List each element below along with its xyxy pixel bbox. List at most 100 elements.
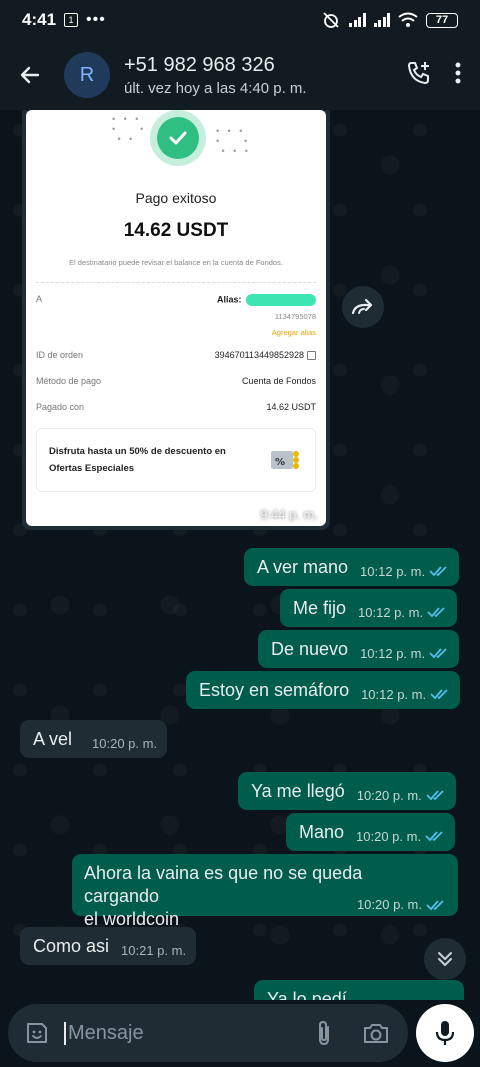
receipt-amount: 14.62 USDT xyxy=(123,220,229,241)
contact-name: +51 982 968 326 xyxy=(124,53,275,76)
message-time: 10:20 p. m. xyxy=(356,897,422,912)
svg-text:%: % xyxy=(275,457,285,468)
read-ticks-icon xyxy=(426,899,444,910)
signal-icon xyxy=(349,13,366,27)
confetti-decoration: • • • • • • • xyxy=(112,114,147,144)
forward-button[interactable] xyxy=(342,286,384,328)
phone-plus-icon xyxy=(407,61,429,84)
paid-label: Pagado con xyxy=(36,402,85,412)
message-bubble-outgoing[interactable]: Mano 10:20 p. m. xyxy=(286,813,456,851)
to-label: A xyxy=(36,294,43,304)
last-seen: últ. vez hoy a las 4:40 p. m. xyxy=(124,79,307,97)
receipt-row-to: A Alias: xyxy=(36,294,316,306)
compose-bar xyxy=(0,1000,480,1067)
status-bar: 4:41 1 ••• 77 xyxy=(0,0,480,40)
message-meta: 10:21 p. m. xyxy=(121,943,186,958)
message-time: 10:20 p. m. xyxy=(356,787,422,803)
message-line-1: Ahora la vaina es que no se queda cargan… xyxy=(84,863,363,906)
message-bubble-outgoing[interactable]: A ver mano 10:12 p. m. xyxy=(244,548,460,586)
more-vert-icon xyxy=(455,62,461,83)
message-time: 10:20 p. m. xyxy=(356,828,422,844)
paperclip-icon xyxy=(319,1020,329,1046)
read-ticks-icon xyxy=(425,831,443,842)
attach-button[interactable] xyxy=(306,1015,342,1051)
receipt-title: Pago exitoso xyxy=(135,190,217,206)
notification-count-icon: 1 xyxy=(64,13,79,27)
receipt-row-paid: Pagado con 14.62 USDT xyxy=(36,402,316,412)
order-label: ID de orden xyxy=(36,350,84,360)
message-meta: 10:20 p. m. xyxy=(357,788,446,803)
message-line-2: el worldcoin xyxy=(84,909,180,929)
mute-alarm-icon xyxy=(323,12,339,28)
alias-value: Alias: xyxy=(217,294,316,306)
signal-2-icon xyxy=(373,13,390,27)
avatar[interactable]: R xyxy=(64,52,110,98)
promo-line-2: Ofertas Especiales xyxy=(49,463,135,474)
message-bubble-outgoing[interactable]: Ya me llegó 10:20 p. m. xyxy=(238,772,456,810)
message-text: De nuevo xyxy=(271,638,349,659)
message-bubble-outgoing[interactable]: Me fijo 10:12 p. m. xyxy=(280,589,458,627)
add-call-button[interactable] xyxy=(406,60,432,91)
message-bubble-outgoing[interactable]: Ya lo pedí xyxy=(254,980,464,1000)
alias-id: 1134795078 xyxy=(274,312,316,321)
paid-value: 14.62 USDT xyxy=(266,402,316,412)
message-text: A vel xyxy=(33,728,73,749)
message-meta: 10:12 p. m. xyxy=(358,605,447,620)
double-chevron-down-icon xyxy=(438,952,452,966)
microphone-icon xyxy=(435,1021,455,1045)
message-bubble-incoming[interactable]: A vel 10:20 p. m. xyxy=(20,720,168,758)
message-bubble-outgoing[interactable]: De nuevo 10:12 p. m. xyxy=(258,630,460,668)
wifi-icon xyxy=(398,12,418,27)
read-ticks-icon xyxy=(426,790,444,801)
camera-button[interactable] xyxy=(358,1015,394,1051)
method-value: Cuenta de Fondos xyxy=(241,376,316,386)
message-text: Ya lo pedí xyxy=(267,988,347,1001)
read-ticks-icon xyxy=(429,648,447,659)
message-input[interactable] xyxy=(64,1021,284,1045)
order-id: 394670113449852928 xyxy=(214,350,304,360)
message-time: 10:21 p. m. xyxy=(121,942,187,958)
divider xyxy=(36,282,316,283)
image-message[interactable]: • • • • • • • • • • • • • • • Pago exitoso… xyxy=(22,110,330,530)
contact-info[interactable]: +51 982 968 326 últ. vez hoy a las 4:40 … xyxy=(124,54,307,97)
message-meta: 10:12 p. m. xyxy=(360,564,449,579)
message-bubble-outgoing[interactable]: Estoy en semáforo 10:12 p. m. xyxy=(186,671,461,709)
menu-button[interactable] xyxy=(454,61,462,90)
receipt-note: El destinatario puede revisar el balance… xyxy=(69,258,283,267)
promo-banner: Disfruta hasta un 50% de descuento en Of… xyxy=(36,428,316,492)
chat-area[interactable]: • • • • • • • • • • • • • • • Pago exitoso… xyxy=(0,110,480,1000)
confetti-decoration: • • • • • • • • xyxy=(216,126,251,156)
promo-line-1: Disfruta hasta un 50% de descuento en xyxy=(49,446,226,457)
alias-redaction xyxy=(246,294,316,306)
message-text: Mano xyxy=(299,821,345,842)
message-text: Como asi xyxy=(33,935,110,956)
sticker-button[interactable] xyxy=(22,1018,52,1048)
check-icon xyxy=(169,131,187,145)
read-ticks-icon xyxy=(430,689,448,700)
message-time: 10:12 p. m. xyxy=(361,686,427,702)
alias-label: Alias: xyxy=(216,294,244,305)
message-text: Estoy en semáforo xyxy=(199,679,350,700)
receipt-row-method: Método de pago Cuenta de Fondos xyxy=(36,376,316,386)
message-bubble-incoming[interactable]: Como asi 10:21 p. m. xyxy=(20,927,197,965)
message-time: 10:12 p. m. xyxy=(358,604,424,620)
message-meta: 10:20 p. m. xyxy=(356,829,445,844)
order-value: 394670113449852928 xyxy=(214,350,316,361)
more-notifications-icon: ••• xyxy=(86,11,106,28)
message-meta: 10:20 p. m. xyxy=(92,736,157,751)
chat-header: R +51 982 968 326 últ. vez hoy a las 4:4… xyxy=(0,40,480,110)
voice-message-button[interactable] xyxy=(416,1004,474,1062)
message-text: A ver mano xyxy=(257,556,349,577)
message-text: Ya me llegó xyxy=(251,780,345,801)
message-time: 10:12 p. m. xyxy=(360,563,426,579)
coupon-icon: % xyxy=(271,451,299,469)
message-meta: 10:12 p. m. xyxy=(360,646,449,661)
method-label: Método de pago xyxy=(36,376,102,386)
forward-icon xyxy=(351,298,373,315)
back-button[interactable] xyxy=(0,40,60,110)
message-bubble-outgoing[interactable]: Ahora la vaina es que no se queda cargan… xyxy=(72,854,458,929)
arrow-left-icon xyxy=(20,66,40,84)
message-composer xyxy=(8,1004,408,1062)
scroll-to-bottom-button[interactable] xyxy=(424,938,466,980)
sticker-icon xyxy=(27,1023,47,1043)
